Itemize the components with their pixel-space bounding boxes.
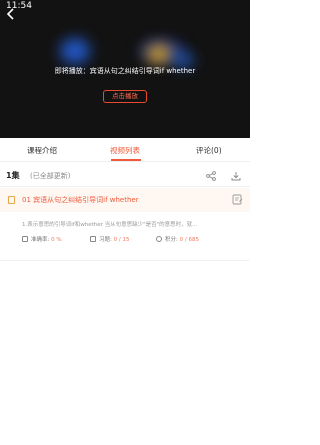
document-icon xyxy=(8,196,15,204)
tab-video-list[interactable]: 视频列表 xyxy=(110,145,140,156)
tab-comments[interactable]: 评论(0) xyxy=(196,145,222,156)
video-player[interactable]: 11:54 即将播放：宾语从句之纠结引导词if whether 点击播放 xyxy=(0,0,250,138)
episode-title: 01 宾语从句之纠结引导词if whether xyxy=(22,196,139,204)
episode-header: 1集 (已全部更新) xyxy=(0,166,250,186)
check-icon xyxy=(22,236,28,242)
tab-bar: 课程介绍 视频列表 评论(0) xyxy=(0,140,250,162)
upcoming-video-prompt: 即将播放：宾语从句之纠结引导词if whether xyxy=(54,67,196,75)
download-icon[interactable] xyxy=(231,171,241,181)
video-glow xyxy=(60,38,90,64)
back-arrow-icon[interactable] xyxy=(6,8,16,20)
divider xyxy=(0,260,250,261)
points-value: 0 / 685 xyxy=(179,237,199,243)
list-item[interactable]: 01 宾语从句之纠结引导词if whether 1.表示意思的引导词if和whe… xyxy=(0,188,250,274)
accuracy-label: 准确率: xyxy=(31,237,50,243)
share-icon[interactable] xyxy=(206,171,216,181)
update-status: (已全部更新) xyxy=(30,172,71,180)
edit-note-icon[interactable] xyxy=(232,194,243,205)
coin-icon xyxy=(156,236,162,242)
episode-row[interactable]: 01 宾语从句之纠结引导词if whether xyxy=(0,188,250,212)
episode-count: 1集 xyxy=(6,171,20,180)
active-tab-indicator xyxy=(111,159,141,161)
episode-stats: 准确率: 0 % 习题: 0 / 15 积分: 0 / 685 xyxy=(22,235,242,245)
accuracy-stat: 准确率: 0 % xyxy=(22,235,62,243)
points-stat: 积分: 0 / 685 xyxy=(156,235,199,243)
exercise-label: 习题: xyxy=(99,237,112,243)
play-button[interactable]: 点击播放 xyxy=(103,90,147,103)
episode-description: 1.表示意思的引导词if和whether 当从句意思缺少"是否"的意思时，就..… xyxy=(22,222,198,228)
accuracy-value: 0 % xyxy=(51,237,62,243)
exercise-value: 0 / 15 xyxy=(113,237,130,243)
exercise-stat: 习题: 0 / 15 xyxy=(90,235,129,243)
divider xyxy=(0,186,250,187)
video-glow xyxy=(146,44,172,64)
exercise-icon xyxy=(90,236,96,242)
tab-course-intro[interactable]: 课程介绍 xyxy=(27,145,57,156)
points-label: 积分: xyxy=(165,237,178,243)
